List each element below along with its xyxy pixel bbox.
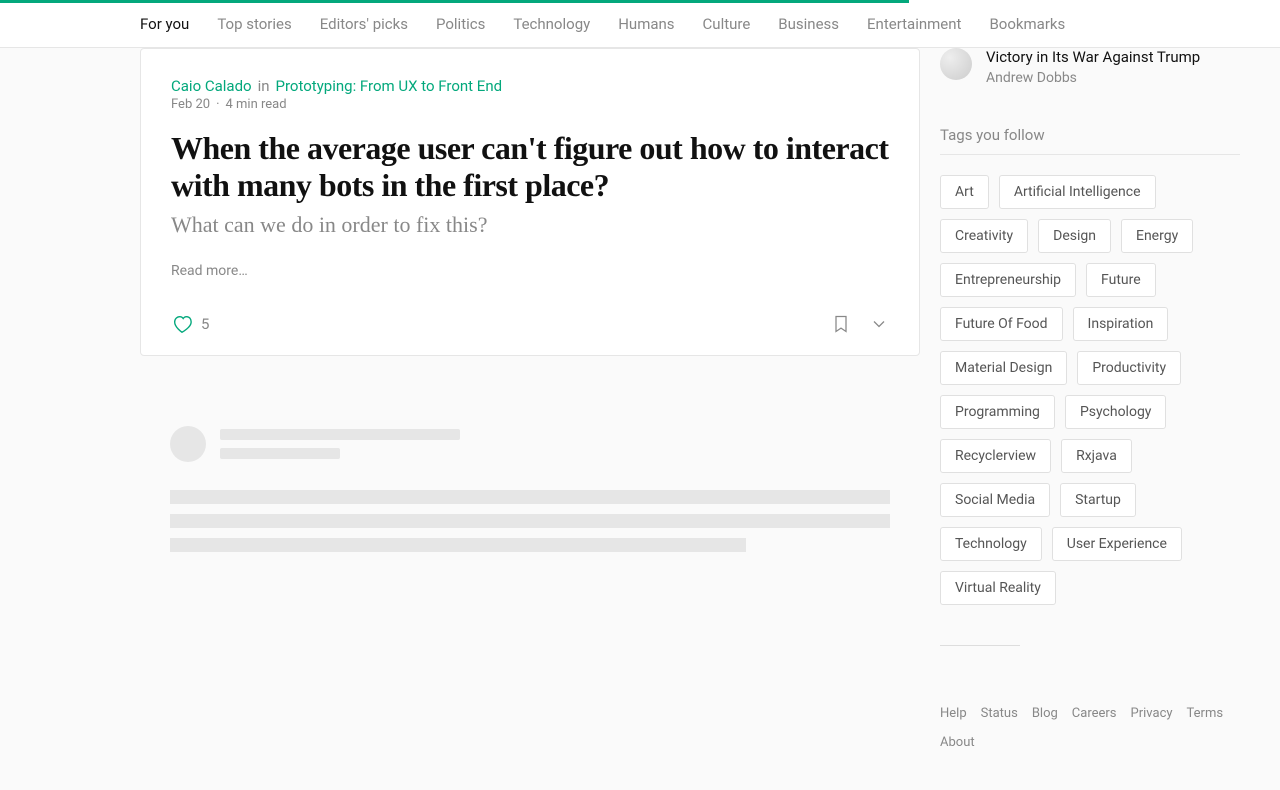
article-subtitle: What can we do in order to fix this? — [171, 212, 889, 238]
nav-item-culture[interactable]: Culture — [703, 15, 751, 33]
byline-in: in — [258, 77, 270, 95]
tag-creativity[interactable]: Creativity — [940, 219, 1028, 253]
footer-privacy[interactable]: Privacy — [1131, 706, 1173, 721]
footer-status[interactable]: Status — [981, 706, 1018, 721]
nav-item-editors-picks[interactable]: Editors' picks — [320, 15, 408, 33]
tag-user-experience[interactable]: User Experience — [1052, 527, 1182, 561]
nav-item-bookmarks[interactable]: Bookmarks — [989, 15, 1065, 33]
article-readtime: 4 min read — [226, 97, 287, 112]
tag-inspiration[interactable]: Inspiration — [1073, 307, 1169, 341]
nav-item-technology[interactable]: Technology — [513, 15, 590, 33]
tag-recyclerview[interactable]: Recyclerview — [940, 439, 1051, 473]
footer-about[interactable]: About — [940, 735, 975, 750]
byline: Caio Calado in Prototyping: From UX to F… — [171, 77, 889, 95]
footer-blog[interactable]: Blog — [1032, 706, 1058, 721]
tag-social-media[interactable]: Social Media — [940, 483, 1050, 517]
tag-future-of-food[interactable]: Future Of Food — [940, 307, 1063, 341]
footer-careers[interactable]: Careers — [1072, 706, 1117, 721]
avatar — [940, 48, 972, 80]
tags-section-title: Tags you follow — [940, 126, 1240, 155]
tag-design[interactable]: Design — [1038, 219, 1111, 253]
chevron-down-icon[interactable] — [869, 314, 889, 334]
nav-list: For you Top stories Editors' picks Politics… — [140, 15, 1065, 33]
tag-art[interactable]: Art — [940, 175, 989, 209]
nav-item-entertainment[interactable]: Entertainment — [867, 15, 961, 33]
author-link[interactable]: Caio Calado — [171, 77, 252, 95]
reading-author: Andrew Dobbs — [986, 70, 1200, 86]
footer-links: Help Status Blog Careers Privacy Terms About — [940, 686, 1240, 750]
nav-item-for-you[interactable]: For you — [140, 15, 189, 33]
placeholder-line — [170, 514, 890, 528]
placeholder-line — [220, 448, 340, 459]
nav-item-top-stories[interactable]: Top stories — [217, 15, 291, 33]
tag-psychology[interactable]: Psychology — [1065, 395, 1167, 429]
footer-rule — [940, 645, 1020, 646]
footer-terms[interactable]: Terms — [1187, 706, 1224, 721]
loading-placeholder — [140, 396, 920, 592]
placeholder-line — [170, 490, 890, 504]
nav-item-humans[interactable]: Humans — [618, 15, 674, 33]
tag-productivity[interactable]: Productivity — [1077, 351, 1181, 385]
sidebar: Victory in Its War Against Trump Andrew … — [940, 48, 1280, 790]
article-card: Caio Calado in Prototyping: From UX to F… — [140, 48, 920, 356]
tag-rxjava[interactable]: Rxjava — [1061, 439, 1132, 473]
tag-virtual-reality[interactable]: Virtual Reality — [940, 571, 1056, 605]
reading-list-item[interactable]: Victory in Its War Against Trump Andrew … — [940, 48, 1240, 86]
bookmark-icon[interactable] — [831, 314, 851, 334]
read-more-link[interactable]: Read more… — [171, 263, 248, 279]
tag-artificial-intelligence[interactable]: Artificial Intelligence — [999, 175, 1156, 209]
tag-energy[interactable]: Energy — [1121, 219, 1193, 253]
top-nav: For you Top stories Editors' picks Politics… — [0, 0, 1280, 48]
tags-container: Art Artificial Intelligence Creativity Desi… — [940, 175, 1240, 605]
loading-progress-bar — [0, 0, 909, 3]
tag-startup[interactable]: Startup — [1060, 483, 1136, 517]
reading-title: Victory in Its War Against Trump — [986, 48, 1200, 68]
article-title[interactable]: When the average user can't figure out h… — [171, 130, 889, 204]
tag-technology[interactable]: Technology — [940, 527, 1042, 561]
tag-future[interactable]: Future — [1086, 263, 1156, 297]
tag-material-design[interactable]: Material Design — [940, 351, 1067, 385]
footer-help[interactable]: Help — [940, 706, 967, 721]
heart-icon[interactable] — [171, 313, 193, 335]
main-column: Caio Calado in Prototyping: From UX to F… — [0, 48, 940, 790]
article-meta: Feb 20·4 min read — [171, 97, 889, 112]
placeholder-line — [170, 538, 746, 552]
tag-programming[interactable]: Programming — [940, 395, 1055, 429]
article-actions: 5 — [171, 307, 889, 341]
publication-link[interactable]: Prototyping: From UX to Front End — [276, 77, 503, 95]
article-date: Feb 20 — [171, 97, 210, 112]
nav-item-politics[interactable]: Politics — [436, 15, 485, 33]
placeholder-line — [220, 429, 460, 440]
like-count: 5 — [201, 315, 209, 333]
tag-entrepreneurship[interactable]: Entrepreneurship — [940, 263, 1076, 297]
nav-item-business[interactable]: Business — [778, 15, 839, 33]
placeholder-avatar — [170, 426, 206, 462]
